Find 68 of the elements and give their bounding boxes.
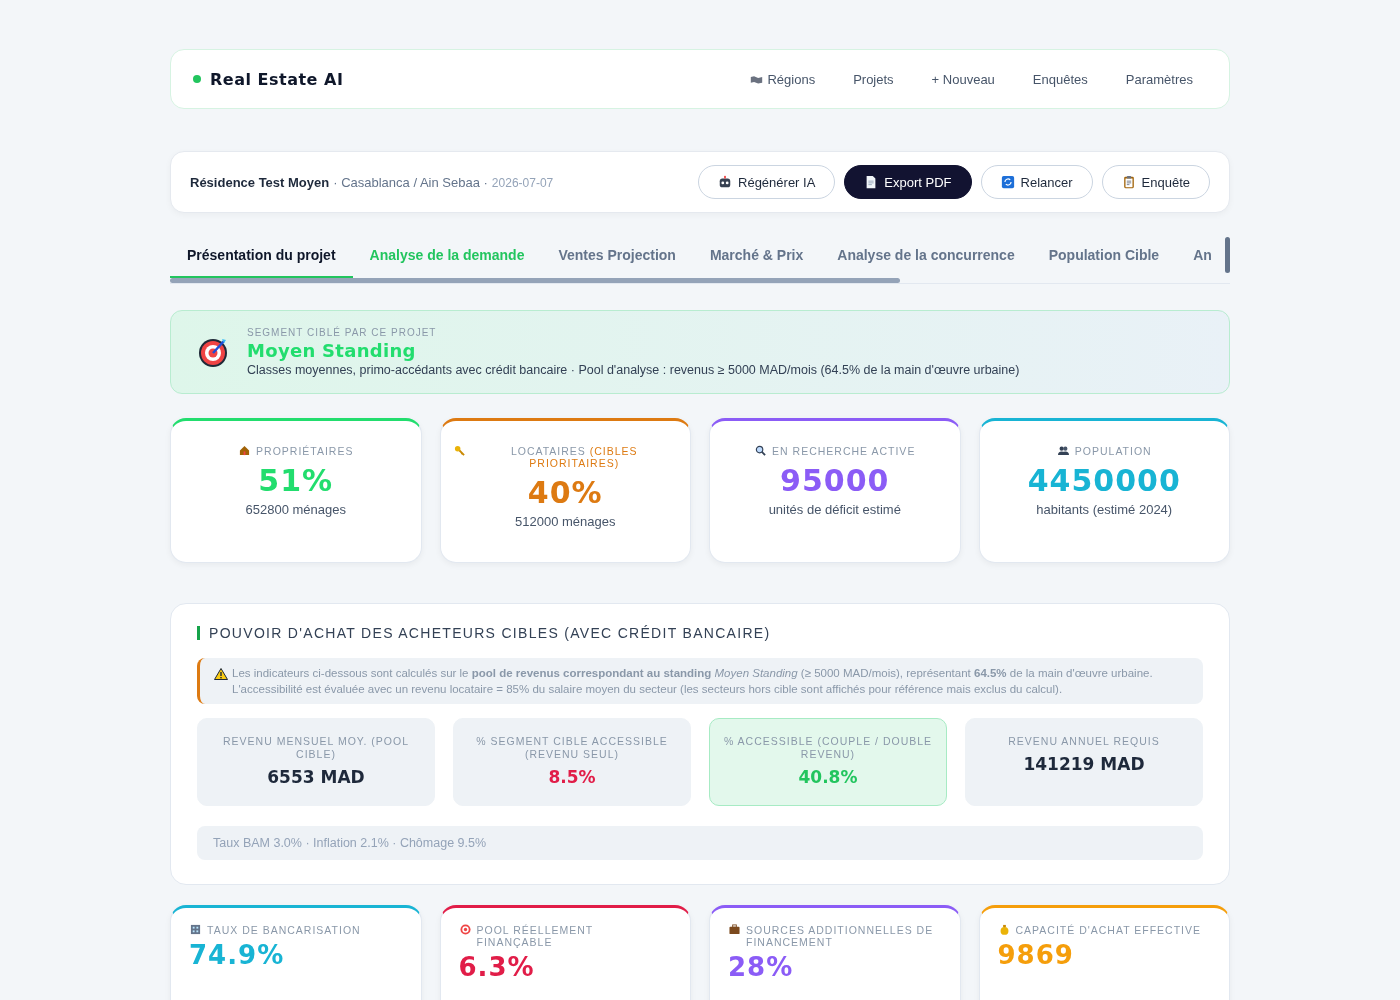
stat-value: 28% — [728, 954, 795, 980]
metric-label: REVENU ANNUEL REQUIS — [1007, 735, 1161, 748]
metric-value: 8.5% — [547, 767, 597, 787]
notice-text: Les indicateurs ci-dessous sont calculés sur le pool de revenus correspondant au standing Moyen Standing (≥ 5000 MAD/mois), représentant 64.5% de la main d'œuvre urbaine. L'accessibilité est évaluée avec un revenu locataire = 85% du salaire moyen du secteur (les secteurs hors cible sont affichés pour référence mais exclus du calcul). — [232, 666, 1154, 697]
stat-value: 6.3% — [458, 954, 536, 980]
project-location: · Casablanca / Ain Sebaa · — [333, 174, 488, 190]
stat-label: PROPRIÉTAIRES — [183, 445, 409, 457]
action-button[interactable]: Relancer — [980, 165, 1093, 199]
nav-link[interactable]: Paramètres — [1125, 71, 1193, 87]
target-icon — [197, 336, 229, 368]
magnifier-icon — [754, 445, 768, 456]
stat-caption: habitants (estimé 2024) — [1035, 502, 1174, 517]
nav-link[interactable]: Régions — [750, 71, 816, 87]
stat-value: 74.9% — [189, 942, 286, 968]
target-icon — [458, 924, 472, 935]
status-dot — [193, 75, 201, 83]
stat-value: 4450000 — [1026, 463, 1182, 498]
stat-caption: 652800 ménages — [244, 502, 347, 517]
tab[interactable]: Population Cible — [1031, 233, 1177, 278]
people-icon — [1056, 445, 1070, 456]
stat-value: 95000 — [779, 463, 891, 498]
tab[interactable]: Analyse de la concurrence — [820, 233, 1032, 278]
nav-link[interactable]: + Nouveau — [931, 71, 995, 87]
stat-caption: 512000 ménages — [514, 514, 617, 529]
scrollbar-handle[interactable] — [1225, 237, 1230, 273]
stat-label: SOURCES ADDITIONNELLES DE FINANCEMENT — [728, 924, 942, 948]
segment-title: Moyen Standing — [247, 340, 417, 361]
segment-description: Classes moyennes, primo-accédants avec crédit bancaire · Pool d'analyse : revenus ≥ 5000 MAD/mois (64.5% de la main d'œuvre urbaine) — [247, 363, 1020, 377]
stat-label: EN RECHERCHE ACTIVE — [722, 445, 948, 457]
project-name: Résidence Test Moyen — [190, 174, 330, 190]
stat-label: POOL RÉELLEMENT FINANÇABLE — [458, 924, 672, 948]
metric-label: % SEGMENT CIBLE ACCESSIBLE (REVENU SEUL) — [475, 735, 669, 761]
stat-value: 9869 — [997, 942, 1075, 968]
project-date: 2026-07-07 — [491, 175, 554, 190]
briefcase-icon — [728, 924, 741, 935]
robot-icon — [718, 175, 732, 189]
section-title: POUVOIR D'ACHAT DES ACHETEURS CIBLES (AVEC CRÉDIT BANCAIRE) — [197, 626, 1203, 640]
map-icon — [750, 73, 764, 85]
metric-value: 141219 MAD — [1022, 754, 1146, 774]
action-button[interactable]: Régénérer IA — [698, 165, 836, 199]
segment-eyebrow: SEGMENT CIBLÉ PAR CE PROJET — [247, 327, 438, 338]
tab[interactable]: An — [1176, 233, 1229, 278]
refresh-icon — [1000, 175, 1015, 189]
stat-value: 40% — [526, 475, 604, 510]
nav-link[interactable]: Enquêtes — [1032, 71, 1088, 87]
tab[interactable]: Marché & Prix — [692, 233, 821, 278]
brand-logo-text: Real Estate AI — [210, 69, 344, 89]
stat-label: LOCATAIRES (CIBLES PRIORITAIRES) — [452, 445, 678, 469]
metric-label: % ACCESSIBLE (COUPLE / DOUBLE REVENU) — [722, 735, 934, 761]
stat-label: POPULATION — [991, 445, 1217, 457]
stat-value: 51% — [257, 463, 335, 498]
warning-icon — [214, 668, 228, 680]
action-button[interactable]: Export PDF — [844, 165, 972, 199]
stat-label: CAPACITÉ D'ACHAT EFFECTIVE — [997, 924, 1211, 936]
rates-summary: Taux BAM 3.0% · Inflation 2.1% · Chômage 9.5% — [197, 826, 1203, 860]
nav-link[interactable]: Projets — [853, 71, 894, 87]
action-button[interactable]: Enquête — [1101, 165, 1210, 199]
key-icon — [452, 445, 466, 456]
clipboard-icon — [1121, 175, 1136, 189]
metric-value: 40.8% — [797, 767, 859, 787]
stat-label: TAUX DE BANCARISATION — [189, 924, 403, 936]
tab[interactable]: Ventes Projection — [541, 233, 693, 278]
metric-label: REVENU MENSUEL MOY. (POOL CIBLE) — [221, 735, 410, 761]
house-icon — [238, 445, 252, 456]
building-icon — [189, 924, 202, 935]
stat-caption: unités de déficit estimé — [767, 502, 902, 517]
scrollbar-thumb[interactable] — [170, 278, 900, 283]
metric-value: 6553 MAD — [266, 767, 366, 787]
